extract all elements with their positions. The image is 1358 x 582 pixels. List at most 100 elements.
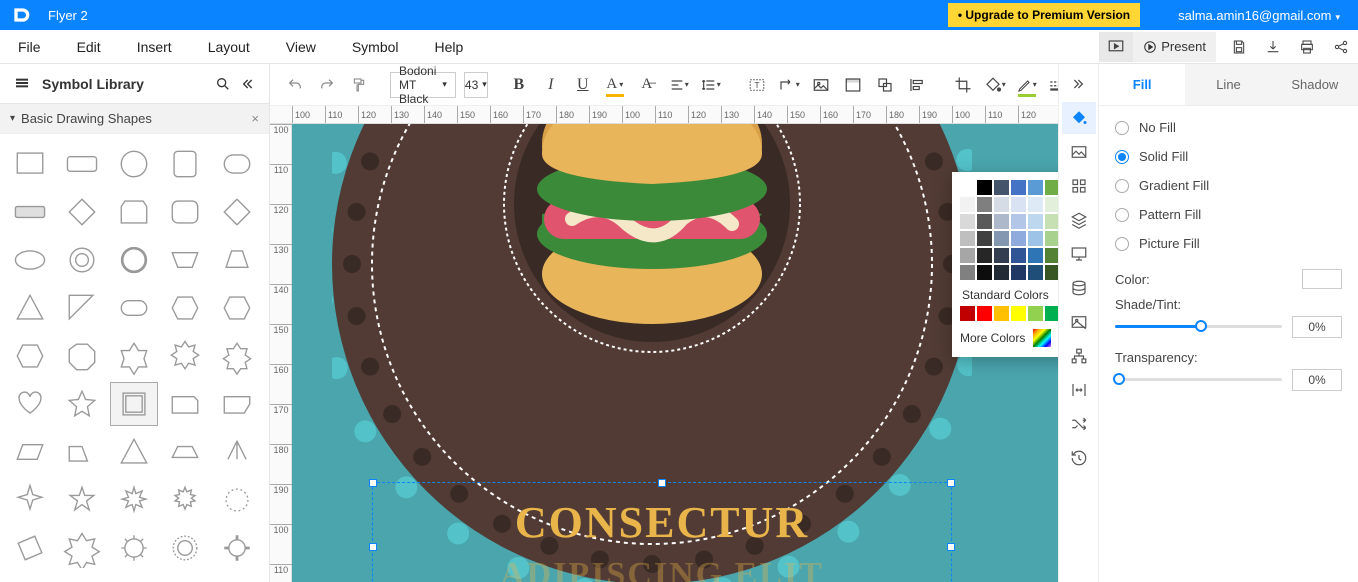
shape-item[interactable] xyxy=(58,334,106,378)
shape-item[interactable] xyxy=(110,334,158,378)
color-swatch[interactable] xyxy=(1028,214,1043,229)
present-button[interactable]: Present xyxy=(1133,32,1216,62)
font-family-select[interactable]: Bodoni MT Black▾ xyxy=(390,72,456,98)
shape-item[interactable] xyxy=(161,526,209,570)
color-swatch[interactable] xyxy=(994,180,1009,195)
menu-symbol[interactable]: Symbol xyxy=(334,39,417,55)
shape-item[interactable] xyxy=(6,526,54,570)
text-box-icon[interactable]: T xyxy=(742,70,772,100)
color-swatch[interactable] xyxy=(960,231,975,246)
fill-panel-icon[interactable] xyxy=(1062,102,1096,134)
shape-item[interactable] xyxy=(58,142,106,186)
align-icon[interactable]: ▾ xyxy=(664,70,694,100)
color-swatch[interactable] xyxy=(977,248,992,263)
menu-layout[interactable]: Layout xyxy=(190,39,268,55)
shape-item[interactable] xyxy=(213,334,261,378)
menu-insert[interactable]: Insert xyxy=(119,39,190,55)
shape-item[interactable] xyxy=(161,142,209,186)
shape-item[interactable] xyxy=(213,190,261,234)
shape-item[interactable] xyxy=(58,238,106,282)
shape-item[interactable] xyxy=(110,382,158,426)
format-painter-icon[interactable] xyxy=(344,70,374,100)
shape-item[interactable] xyxy=(213,430,261,474)
color-swatch[interactable] xyxy=(960,197,975,212)
shape-item[interactable] xyxy=(161,238,209,282)
grid-panel-icon[interactable] xyxy=(1062,170,1096,202)
presentation-panel-icon[interactable] xyxy=(1062,238,1096,270)
shape-item[interactable] xyxy=(58,478,106,522)
fill-option-no-fill[interactable]: No Fill xyxy=(1115,120,1342,135)
collapse-icon[interactable] xyxy=(235,72,259,96)
underline-icon[interactable]: U xyxy=(568,70,598,100)
container-icon[interactable] xyxy=(838,70,868,100)
color-swatch[interactable] xyxy=(977,265,992,280)
line-style-icon[interactable]: ▾ xyxy=(1044,70,1058,100)
upgrade-button[interactable]: • Upgrade to Premium Version xyxy=(948,3,1140,27)
color-swatch[interactable] xyxy=(994,231,1009,246)
color-swatch[interactable] xyxy=(1045,306,1058,321)
color-swatch[interactable] xyxy=(1011,180,1026,195)
canvas[interactable]: CONSECTUR ADIPISCING ELIT xyxy=(292,124,1058,582)
shape-item[interactable] xyxy=(213,238,261,282)
strikethrough-icon[interactable]: A̶ xyxy=(632,70,662,100)
color-swatch[interactable] xyxy=(1028,265,1043,280)
color-swatch[interactable] xyxy=(1028,248,1043,263)
color-swatch[interactable] xyxy=(960,214,975,229)
expand-panel-icon[interactable] xyxy=(1062,68,1096,100)
color-swatch[interactable] xyxy=(994,214,1009,229)
shape-item[interactable] xyxy=(110,526,158,570)
shape-item[interactable] xyxy=(110,238,158,282)
shape-item[interactable] xyxy=(58,430,106,474)
shape-item[interactable] xyxy=(58,190,106,234)
color-swatch[interactable] xyxy=(1011,306,1026,321)
shape-item[interactable] xyxy=(161,478,209,522)
shape-item[interactable] xyxy=(213,142,261,186)
color-swatch[interactable] xyxy=(1045,248,1058,263)
search-icon[interactable] xyxy=(211,72,235,96)
image-panel-icon[interactable] xyxy=(1062,136,1096,168)
data-panel-icon[interactable] xyxy=(1062,272,1096,304)
shape-item[interactable] xyxy=(6,334,54,378)
crop-icon[interactable] xyxy=(948,70,978,100)
shape-item[interactable] xyxy=(213,286,261,330)
shape-item[interactable] xyxy=(6,142,54,186)
color-swatch[interactable] xyxy=(994,248,1009,263)
color-swatch[interactable] xyxy=(1045,197,1058,212)
shape-item[interactable] xyxy=(58,526,106,570)
shape-item[interactable] xyxy=(6,190,54,234)
color-swatch[interactable] xyxy=(1045,231,1058,246)
shape-item[interactable] xyxy=(6,382,54,426)
shape-item[interactable] xyxy=(161,382,209,426)
fill-option-gradient-fill[interactable]: Gradient Fill xyxy=(1115,178,1342,193)
fill-bucket-icon[interactable]: ▾ xyxy=(980,70,1010,100)
line-spacing-icon[interactable]: ▾ xyxy=(696,70,726,100)
pen-color-icon[interactable]: ▾ xyxy=(1012,70,1042,100)
shape-item[interactable] xyxy=(6,478,54,522)
shape-item[interactable] xyxy=(213,478,261,522)
slideshow-icon[interactable] xyxy=(1099,32,1133,62)
text-selection[interactable]: CONSECTUR ADIPISCING ELIT xyxy=(372,482,952,582)
menu-edit[interactable]: Edit xyxy=(59,39,119,55)
color-swatch[interactable] xyxy=(977,214,992,229)
shape-item[interactable] xyxy=(110,430,158,474)
close-icon[interactable]: × xyxy=(251,111,259,126)
history-panel-icon[interactable] xyxy=(1062,442,1096,474)
tab-shadow[interactable]: Shadow xyxy=(1272,64,1358,105)
shape-item[interactable] xyxy=(110,286,158,330)
shape-item[interactable] xyxy=(161,334,209,378)
fill-color-swatch[interactable] xyxy=(1302,269,1342,289)
fill-option-picture-fill[interactable]: Picture Fill xyxy=(1115,236,1342,251)
color-swatch[interactable] xyxy=(1028,180,1043,195)
color-swatch[interactable] xyxy=(1028,231,1043,246)
tree-panel-icon[interactable] xyxy=(1062,340,1096,372)
shape-item[interactable] xyxy=(161,286,209,330)
shape-item[interactable] xyxy=(161,430,209,474)
insert-image-icon[interactable] xyxy=(806,70,836,100)
color-swatch[interactable] xyxy=(977,231,992,246)
bold-icon[interactable]: B xyxy=(504,70,534,100)
account-menu[interactable]: salma.amin16@gmail.com▾ xyxy=(1160,8,1358,23)
fill-option-pattern-fill[interactable]: Pattern Fill xyxy=(1115,207,1342,222)
layers-panel-icon[interactable] xyxy=(1062,204,1096,236)
color-swatch[interactable] xyxy=(977,180,992,195)
menu-view[interactable]: View xyxy=(268,39,334,55)
